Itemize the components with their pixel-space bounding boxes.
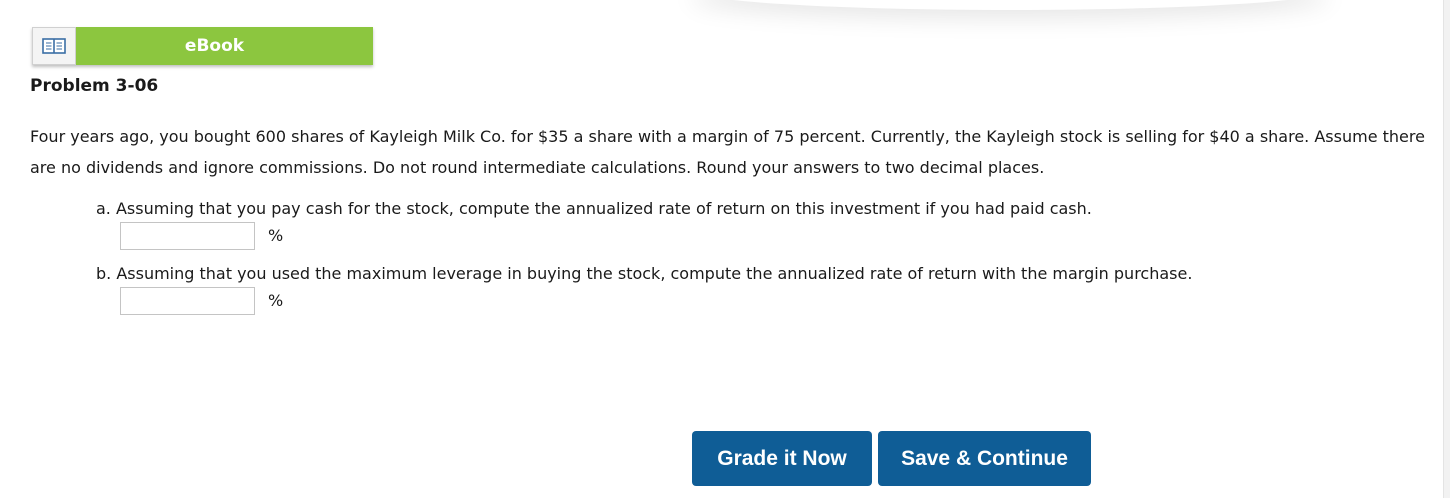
question-a-text: a. Assuming that you pay cash for the st… — [96, 199, 1092, 218]
header-shadow — [690, 0, 1330, 10]
ebook-icon-container[interactable] — [32, 27, 76, 65]
answer-a-unit: % — [268, 226, 284, 245]
problem-text: Four years ago, you bought 600 shares of… — [30, 127, 1425, 177]
answer-b-unit: % — [268, 291, 284, 310]
save-and-continue-button[interactable]: Save & Continue — [878, 431, 1091, 486]
ebook-button[interactable]: eBook — [32, 27, 373, 65]
answer-a-input[interactable] — [120, 222, 255, 250]
ebook-label[interactable]: eBook — [76, 27, 373, 65]
grade-it-now-button[interactable]: Grade it Now — [692, 431, 872, 486]
scrollbar[interactable] — [1443, 0, 1450, 498]
problem-title: Problem 3-06 — [30, 76, 159, 96]
answer-b-input[interactable] — [120, 287, 255, 315]
question-b-text: b. Assuming that you used the maximum le… — [96, 264, 1193, 283]
open-book-icon — [42, 38, 66, 54]
